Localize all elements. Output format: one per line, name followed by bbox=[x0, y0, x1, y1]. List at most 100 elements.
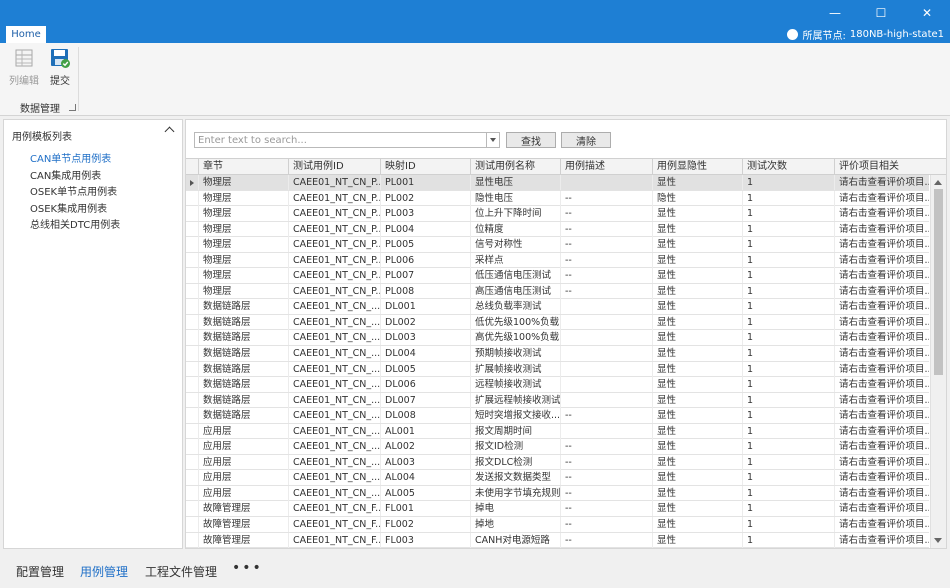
table-cell[interactable]: DL008 bbox=[380, 408, 470, 424]
table-cell[interactable]: CAEE01_NT_CN_P... bbox=[288, 252, 380, 268]
table-cell[interactable]: CAEE01_NT_CN_F... bbox=[288, 532, 380, 548]
table-cell[interactable]: 请右击查看评价项目... bbox=[834, 330, 929, 346]
table-cell[interactable]: 应用层 bbox=[198, 485, 288, 501]
column-header[interactable]: 测试用例ID bbox=[288, 159, 380, 175]
table-cell[interactable]: 故障管理层 bbox=[198, 532, 288, 548]
table-cell[interactable]: CAEE01_NT_CN_P... bbox=[288, 206, 380, 222]
table-row[interactable]: 物理层 CAEE01_NT_CN_P... PL001 显性电压 显性 1 请右击查看评价项… bbox=[186, 175, 929, 191]
table-cell[interactable] bbox=[560, 423, 652, 439]
table-cell[interactable]: 1 bbox=[742, 206, 834, 222]
table-cell[interactable]: 未使用字节填充规则 bbox=[470, 485, 560, 501]
table-cell[interactable]: 1 bbox=[742, 439, 834, 455]
table-row[interactable]: 应用层 CAEE01_NT_CN_... AL002 报文ID检测 -- 显性 1 请右击查看… bbox=[186, 439, 929, 455]
table-cell[interactable]: 1 bbox=[742, 175, 834, 190]
table-cell[interactable]: 总线负载率测试 bbox=[470, 299, 560, 315]
table-cell[interactable]: 显性 bbox=[652, 221, 742, 237]
table-cell[interactable]: 显性 bbox=[652, 346, 742, 362]
table-cell[interactable]: 显性 bbox=[652, 299, 742, 315]
table-cell[interactable]: 故障管理层 bbox=[198, 517, 288, 533]
table-cell[interactable]: 1 bbox=[742, 346, 834, 362]
table-cell[interactable]: 请右击查看评价项目... bbox=[834, 532, 929, 548]
table-cell[interactable]: -- bbox=[560, 532, 652, 548]
table-cell[interactable]: -- bbox=[560, 252, 652, 268]
table-cell[interactable]: 显性 bbox=[652, 252, 742, 268]
column-header[interactable]: 评价项目相关 bbox=[834, 159, 929, 175]
table-row[interactable]: 故障管理层 CAEE01_NT_CN_F... FL003 CANH对电源短路 -- 显性… bbox=[186, 532, 929, 548]
table-cell[interactable]: -- bbox=[560, 221, 652, 237]
table-cell[interactable]: 1 bbox=[742, 377, 834, 393]
table-row[interactable]: 应用层 CAEE01_NT_CN_... AL004 发送报文数据类型 -- 显性 1 请右击… bbox=[186, 470, 929, 486]
table-cell[interactable]: 应用层 bbox=[198, 423, 288, 439]
table-cell[interactable]: 1 bbox=[742, 423, 834, 439]
table-row[interactable]: 物理层 CAEE01_NT_CN_P... PL003 位上升下降时间 -- 显性 1 请右击… bbox=[186, 206, 929, 222]
table-cell[interactable]: 短时突增报文接收... bbox=[470, 408, 560, 424]
table-cell[interactable]: CAEE01_NT_CN_... bbox=[288, 485, 380, 501]
collapse-chevron-icon[interactable] bbox=[164, 126, 175, 137]
table-cell[interactable]: CAEE01_NT_CN_P... bbox=[288, 175, 380, 190]
table-row[interactable]: 数据链路层 CAEE01_NT_CN_... DL004 预期帧接收测试 显性 1 请右击查… bbox=[186, 346, 929, 362]
maximize-button[interactable]: ☐ bbox=[858, 0, 904, 26]
table-cell[interactable]: 应用层 bbox=[198, 439, 288, 455]
table-cell[interactable]: 请右击查看评价项目... bbox=[834, 252, 929, 268]
table-row[interactable]: 故障管理层 CAEE01_NT_CN_F... FL001 掉电 -- 显性 1 请右击查看评… bbox=[186, 501, 929, 518]
table-cell[interactable] bbox=[560, 361, 652, 377]
table-cell[interactable]: -- bbox=[560, 470, 652, 486]
table-cell[interactable]: 报文DLC检测 bbox=[470, 454, 560, 470]
table-cell[interactable]: 扩展远程帧接收测试 bbox=[470, 392, 560, 408]
template-list-item[interactable]: CAN单节点用例表 bbox=[30, 152, 120, 169]
table-cell[interactable]: 信号对称性 bbox=[470, 237, 560, 253]
table-cell[interactable]: 隐性 bbox=[652, 190, 742, 206]
table-cell[interactable]: 扩展帧接收测试 bbox=[470, 361, 560, 377]
table-cell[interactable]: 采样点 bbox=[470, 252, 560, 268]
table-cell[interactable]: PL003 bbox=[380, 206, 470, 222]
table-cell[interactable]: 1 bbox=[742, 283, 834, 299]
table-cell[interactable]: 显性 bbox=[652, 283, 742, 299]
table-cell[interactable]: 位精度 bbox=[470, 221, 560, 237]
column-header[interactable]: 用例描述 bbox=[560, 159, 652, 175]
find-button[interactable]: 查找 bbox=[506, 132, 556, 148]
table-cell[interactable]: CAEE01_NT_CN_F... bbox=[288, 501, 380, 517]
column-header[interactable]: 测试用例名称 bbox=[470, 159, 560, 175]
table-cell[interactable]: 掉电 bbox=[470, 501, 560, 517]
table-row[interactable]: 物理层 CAEE01_NT_CN_P... PL008 高压通信电压测试 -- 显性 1 请右… bbox=[186, 283, 929, 300]
search-combobox[interactable] bbox=[194, 132, 500, 148]
table-cell[interactable]: 1 bbox=[742, 237, 834, 253]
table-cell[interactable]: CAEE01_NT_CN_P... bbox=[288, 221, 380, 237]
table-cell[interactable]: 显性 bbox=[652, 206, 742, 222]
table-cell[interactable]: 物理层 bbox=[198, 283, 288, 299]
table-cell[interactable]: 预期帧接收测试 bbox=[470, 346, 560, 362]
table-cell[interactable]: 1 bbox=[742, 392, 834, 408]
table-cell[interactable]: AL004 bbox=[380, 470, 470, 486]
table-cell[interactable]: 物理层 bbox=[198, 237, 288, 253]
table-cell[interactable]: 1 bbox=[742, 501, 834, 517]
table-cell[interactable]: 1 bbox=[742, 485, 834, 501]
template-list-item[interactable]: OSEK集成用例表 bbox=[30, 202, 120, 219]
scroll-down-icon[interactable] bbox=[934, 538, 942, 543]
table-row[interactable]: 应用层 CAEE01_NT_CN_... AL003 报文DLC检测 -- 显性 1 请右击查… bbox=[186, 454, 929, 471]
column-header[interactable]: 章节 bbox=[198, 159, 288, 175]
table-row[interactable]: 物理层 CAEE01_NT_CN_P... PL005 信号对称性 -- 显性 1 请右击查看… bbox=[186, 237, 929, 253]
table-cell[interactable]: -- bbox=[560, 283, 652, 299]
table-cell[interactable]: DL007 bbox=[380, 392, 470, 408]
table-cell[interactable]: -- bbox=[560, 439, 652, 455]
table-cell[interactable]: 数据链路层 bbox=[198, 392, 288, 408]
table-cell[interactable]: 显性 bbox=[652, 501, 742, 517]
table-cell[interactable]: 请右击查看评价项目... bbox=[834, 517, 929, 533]
table-cell[interactable]: -- bbox=[560, 501, 652, 517]
table-cell[interactable]: -- bbox=[560, 206, 652, 222]
table-cell[interactable]: DL005 bbox=[380, 361, 470, 377]
table-cell[interactable]: AL001 bbox=[380, 423, 470, 439]
template-list-item[interactable]: OSEK单节点用例表 bbox=[30, 185, 120, 202]
table-cell[interactable]: DL002 bbox=[380, 314, 470, 330]
table-cell[interactable]: 显性 bbox=[652, 314, 742, 330]
table-cell[interactable]: CAEE01_NT_CN_... bbox=[288, 454, 380, 470]
table-cell[interactable]: 请右击查看评价项目... bbox=[834, 299, 929, 315]
table-cell[interactable]: 显性电压 bbox=[470, 175, 560, 190]
table-cell[interactable]: 1 bbox=[742, 517, 834, 533]
table-cell[interactable]: -- bbox=[560, 268, 652, 284]
table-cell[interactable]: -- bbox=[560, 190, 652, 206]
bottom-tab[interactable]: 用例管理 bbox=[80, 563, 128, 580]
table-cell[interactable]: 请右击查看评价项目... bbox=[834, 206, 929, 222]
table-cell[interactable]: 1 bbox=[742, 470, 834, 486]
table-cell[interactable]: PL006 bbox=[380, 252, 470, 268]
